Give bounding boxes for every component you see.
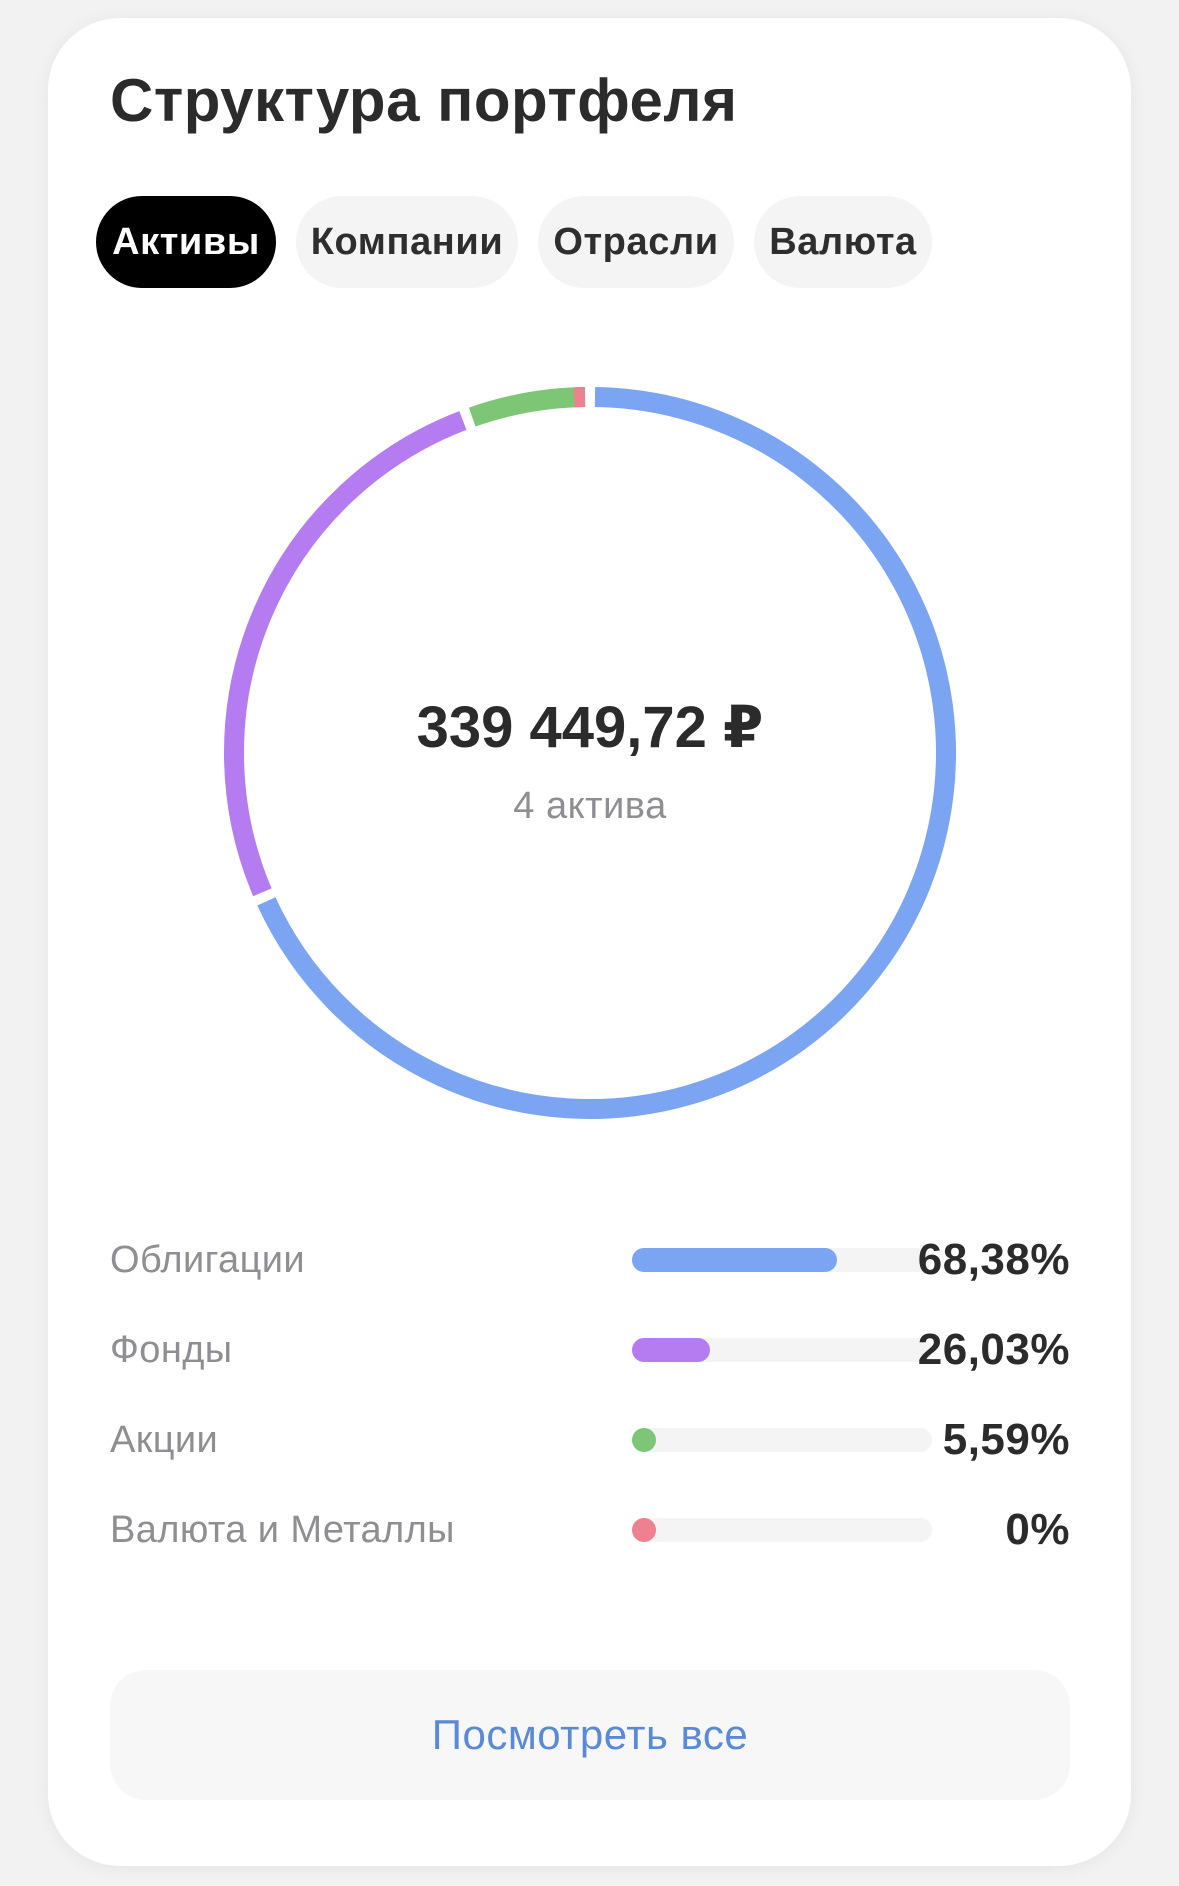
allocation-donut-chart: 339 449,72 ₽ 4 актива: [220, 383, 960, 1123]
legend-bar: [632, 1248, 838, 1272]
legend-track: [632, 1518, 932, 1542]
legend-value: 68,38%: [917, 1235, 1070, 1284]
tab-assets[interactable]: Активы: [96, 196, 276, 288]
legend-value: 5,59%: [942, 1415, 1070, 1464]
tab-companies[interactable]: Компании: [296, 196, 518, 288]
asset-count-label: 4 актива: [513, 785, 667, 827]
portfolio-structure-card: Структура портфеля Активы Компании Отрас…: [48, 18, 1131, 1866]
legend-row-stocks[interactable]: Акции 5,59%: [110, 1410, 1070, 1470]
legend-row-currency-metals[interactable]: Валюта и Металлы 0%: [110, 1500, 1070, 1560]
legend-label: Облигации: [110, 1239, 305, 1281]
legend-track: [632, 1428, 932, 1452]
portfolio-total-value: 339 449,72 ₽: [416, 695, 764, 760]
legend-bar: [632, 1518, 656, 1542]
tab-currency[interactable]: Валюта: [754, 196, 932, 288]
legend-track: [632, 1338, 932, 1362]
legend-bar: [632, 1338, 711, 1362]
legend-row-bonds[interactable]: Облигации 68,38%: [110, 1230, 1070, 1290]
donut-segment-stocks: [468, 387, 586, 427]
legend-value: 0%: [1005, 1505, 1070, 1554]
legend-label: Акции: [110, 1419, 219, 1461]
legend-track: [632, 1248, 932, 1272]
legend-row-funds[interactable]: Фонды 26,03%: [110, 1320, 1070, 1380]
card-title: Структура портфеля: [110, 67, 738, 134]
tab-industries[interactable]: Отрасли: [538, 196, 734, 288]
view-all-button[interactable]: Посмотреть все: [110, 1670, 1070, 1800]
legend-label: Фонды: [110, 1329, 233, 1371]
legend-label: Валюта и Металлы: [110, 1509, 455, 1551]
legend-value: 26,03%: [917, 1325, 1070, 1374]
legend-bar: [632, 1428, 656, 1452]
